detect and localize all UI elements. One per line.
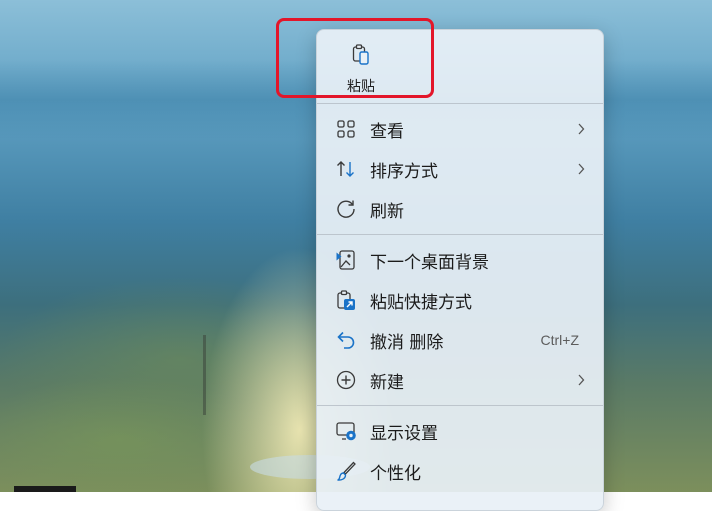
menu-item-refresh[interactable]: 刷新 (321, 191, 599, 227)
grid-view-icon (335, 118, 357, 140)
menu-item-view[interactable]: 查看 (321, 111, 599, 147)
menu-separator (317, 405, 603, 406)
personalize-brush-icon (335, 460, 357, 482)
chevron-right-icon (575, 122, 587, 136)
menu-item-paste-shortcut[interactable]: 粘贴快捷方式 (321, 282, 599, 318)
new-icon (335, 369, 357, 391)
chevron-right-icon (575, 373, 587, 387)
background-pole (203, 335, 206, 415)
display-settings-icon (335, 420, 357, 442)
menu-item-personalize[interactable]: 个性化 (321, 453, 599, 489)
menu-item-label: 个性化 (370, 463, 421, 484)
menu-item-label: 排序方式 (370, 161, 438, 182)
menu-item-next-background[interactable]: 下一个桌面背景 (321, 242, 599, 278)
highlight-annotation (276, 18, 434, 98)
menu-item-label: 查看 (370, 121, 404, 142)
menu-item-label: 下一个桌面背景 (370, 252, 489, 273)
menu-item-new[interactable]: 新建 (321, 362, 599, 398)
menu-item-label: 新建 (370, 372, 404, 393)
desktop-context-menu: 粘贴 查看 排序方式 刷新 下一个桌面背景 粘贴快捷方式 撤消 删除 Ctrl+… (316, 29, 604, 511)
menu-item-sort[interactable]: 排序方式 (321, 151, 599, 187)
chevron-right-icon (575, 162, 587, 176)
undo-icon (335, 329, 357, 351)
menu-item-label: 刷新 (370, 201, 404, 222)
menu-item-label: 撤消 删除 (370, 332, 444, 353)
sort-icon (335, 158, 357, 180)
menu-item-label: 显示设置 (370, 423, 438, 444)
menu-item-undo-delete[interactable]: 撤消 删除 Ctrl+Z (321, 322, 599, 358)
keyboard-shortcut: Ctrl+Z (540, 332, 580, 348)
taskbar-edge (14, 486, 76, 492)
refresh-icon (335, 198, 357, 220)
next-background-icon (335, 249, 357, 271)
menu-item-label: 粘贴快捷方式 (370, 292, 472, 313)
menu-separator (317, 234, 603, 235)
menu-separator (317, 103, 603, 104)
menu-item-display-settings[interactable]: 显示设置 (321, 413, 599, 449)
paste-shortcut-icon (335, 289, 357, 311)
